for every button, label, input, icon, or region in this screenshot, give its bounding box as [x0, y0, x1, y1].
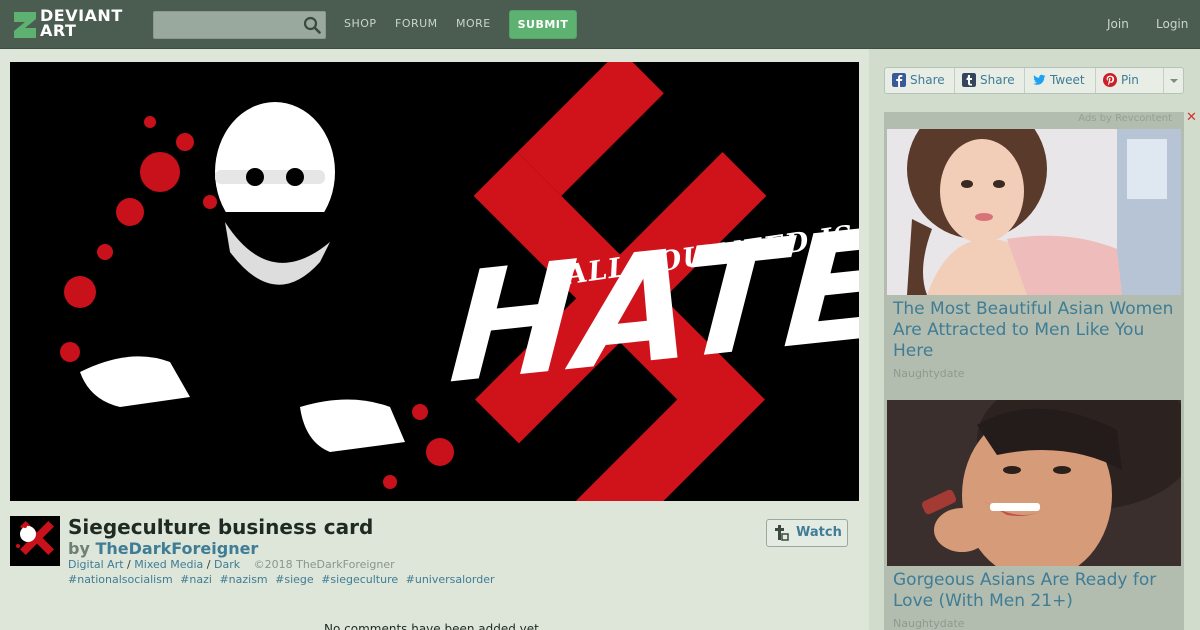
submit-button[interactable]: SUBMIT [509, 10, 577, 39]
author-avatar[interactable] [10, 516, 60, 566]
tag-link[interactable]: #nationalsocialism [68, 573, 173, 586]
deviantart-z-icon [14, 12, 36, 38]
pinterest-icon [1103, 73, 1117, 87]
category-mixed-media[interactable]: Mixed Media [134, 558, 203, 571]
logo-line-2: ART [40, 21, 77, 40]
tag-list: #nationalsocialism #nazi #nazism #siege … [68, 573, 499, 586]
search-box [153, 11, 326, 39]
chevron-down-icon [1170, 79, 1178, 83]
share-more-dropdown[interactable] [1164, 68, 1183, 93]
facebook-share-label: Share [910, 73, 945, 87]
no-comments-message: No comments have been added yet. [324, 622, 543, 630]
site-header: DEVIANT ART SHOP FORUM MORE SUBMIT Join … [0, 0, 1200, 49]
category-separator: / [206, 558, 211, 571]
tag-link[interactable]: #siege [275, 573, 314, 586]
tag-link[interactable]: #nazism [219, 573, 267, 586]
deviation-byline: by TheDarkForeigner [68, 539, 258, 558]
ad-photo [887, 129, 1181, 295]
avatar-image [10, 516, 60, 566]
logo-wordmark: DEVIANT ART [40, 8, 123, 40]
twitter-tweet-button[interactable]: Tweet [1025, 68, 1096, 93]
tumblr-share-button[interactable]: Share [955, 68, 1025, 93]
tumblr-share-label: Share [980, 73, 1015, 87]
ad-image[interactable] [887, 400, 1181, 566]
byline-prefix: by [68, 539, 90, 558]
deviation-title: Siegeculture business card [68, 515, 374, 539]
nav-shop-link[interactable]: SHOP [344, 17, 377, 30]
category-breadcrumb: Digital Art / Mixed Media / Dark ©2018 T… [68, 558, 395, 571]
watch-icon [775, 525, 789, 541]
facebook-icon [892, 73, 906, 87]
ads-close-icon[interactable]: ✕ [1186, 110, 1197, 125]
facebook-share-button[interactable]: Share [885, 68, 955, 93]
artwork-headline: HATE [445, 195, 859, 419]
twitter-icon [1033, 74, 1046, 85]
share-bar: Share Share Tweet Pin [884, 67, 1184, 94]
category-separator: / [127, 558, 131, 571]
join-link[interactable]: Join [1107, 17, 1129, 31]
ad-source: Naughtydate [893, 367, 965, 380]
search-icon[interactable] [303, 16, 321, 34]
watch-button[interactable]: Watch [766, 519, 848, 547]
copyright-notice: ©2018 TheDarkForeigner [253, 558, 395, 571]
tag-link[interactable]: #nazi [180, 573, 212, 586]
pinterest-pin-button[interactable]: Pin [1096, 68, 1164, 93]
category-digital-art[interactable]: Digital Art [68, 558, 124, 571]
ad-image[interactable] [887, 129, 1181, 295]
tag-link[interactable]: #universalorder [406, 573, 495, 586]
deviation-artwork[interactable]: ALL YOU NEED IS HATE [10, 62, 859, 501]
ad-title-link[interactable]: Gorgeous Asians Are Ready for Love (With… [893, 570, 1179, 612]
deviantart-logo[interactable]: DEVIANT ART [12, 8, 130, 42]
login-link[interactable]: Login [1156, 17, 1188, 31]
tag-link[interactable]: #siegeculture [321, 573, 398, 586]
twitter-tweet-label: Tweet [1050, 73, 1085, 87]
ad-title-link[interactable]: The Most Beautiful Asian Women Are Attra… [893, 299, 1179, 362]
author-link[interactable]: TheDarkForeigner [95, 539, 258, 558]
nav-forum-link[interactable]: FORUM [395, 17, 438, 30]
ad-source: Naughtydate [893, 617, 965, 630]
category-dark[interactable]: Dark [214, 558, 240, 571]
nav-more-link[interactable]: MORE [456, 17, 491, 30]
ads-provider-label: Ads by Revcontent [1078, 113, 1172, 124]
pinterest-pin-label: Pin [1121, 73, 1139, 87]
watch-label: Watch [796, 525, 842, 540]
tumblr-icon [962, 73, 976, 87]
ad-photo [887, 400, 1181, 566]
search-input[interactable] [154, 12, 299, 38]
